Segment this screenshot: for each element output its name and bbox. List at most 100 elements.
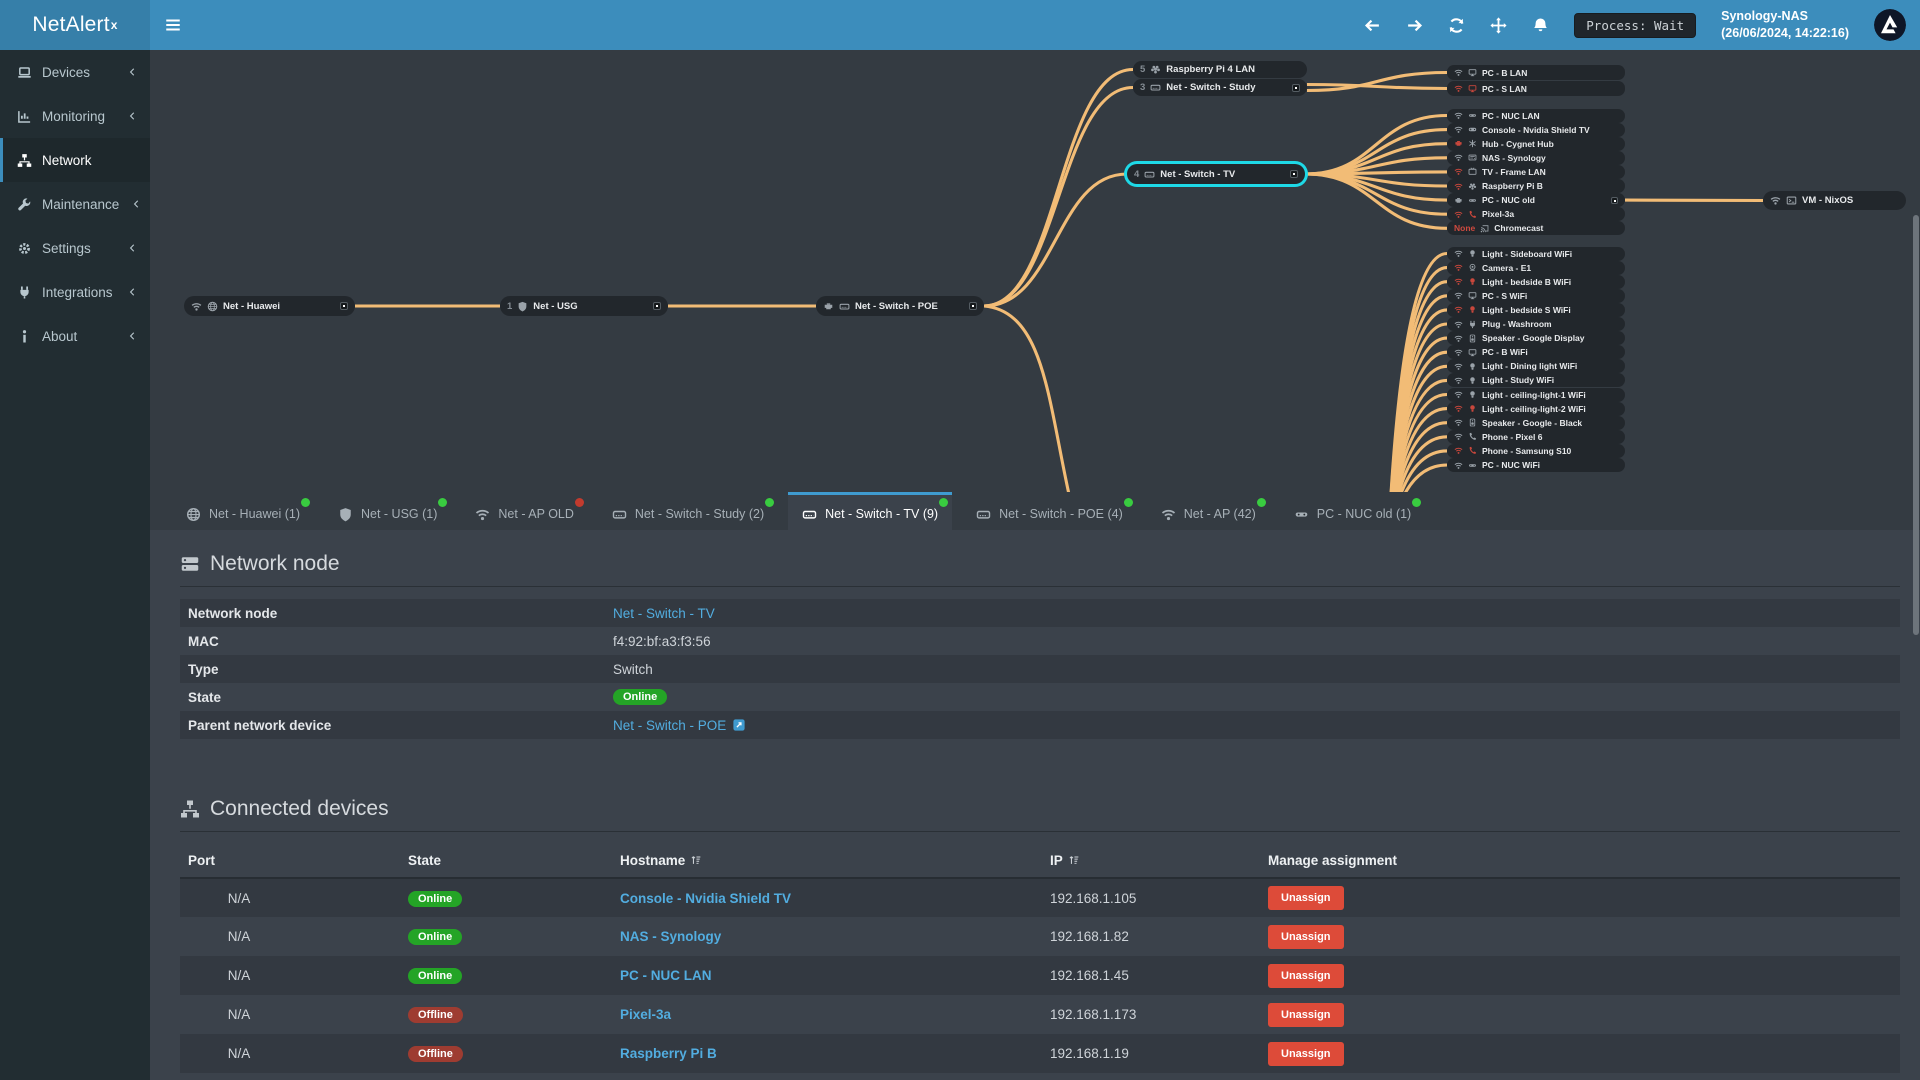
tab-net-switch-poe-4-[interactable]: Net - Switch - POE (4): [962, 492, 1137, 530]
detail-value-link[interactable]: Net - Switch - TV: [613, 606, 715, 621]
tree-node-label: Pixel-3a: [1482, 209, 1515, 220]
column-header-ip[interactable]: IP: [1042, 844, 1260, 879]
arrow-left-icon[interactable]: [1364, 17, 1381, 34]
wifi-icon: [1454, 305, 1463, 314]
wifi-icon: [1454, 84, 1463, 93]
tree-node-chromecast[interactable]: None Chromecast: [1447, 221, 1625, 236]
tree-node-pc-b-lan[interactable]: PC - B LAN: [1447, 65, 1625, 80]
tree-node-speaker-google-display[interactable]: Speaker - Google Display: [1447, 331, 1625, 346]
wifi-icon: [1454, 376, 1463, 385]
sidebar-item-integrations[interactable]: Integrations: [0, 270, 150, 314]
tab-label: Net - Huawei (1): [209, 507, 300, 521]
unassign-button[interactable]: Unassign: [1268, 886, 1344, 910]
tree-node-net-switch-poe[interactable]: Net - Switch - POE: [816, 296, 984, 316]
chevron-left-icon: [125, 243, 140, 253]
tree-node-vm-nixos[interactable]: VM - NixOS: [1763, 191, 1906, 210]
section-title: Connected devices: [210, 797, 389, 820]
hostname-link[interactable]: PC - NUC LAN: [620, 968, 712, 983]
cell-ip: 192.168.1.19: [1050, 1046, 1129, 1061]
tree-node-hub-cygnet-hub[interactable]: Hub - Cygnet Hub: [1447, 136, 1625, 151]
tree-node-plug-washroom[interactable]: Plug - Washroom: [1447, 317, 1625, 331]
raspberry-icon: [1468, 182, 1477, 191]
cell-hostname: NAS - Synology: [612, 917, 1042, 956]
tab-net-huawei-1-[interactable]: Net - Huawei (1): [172, 492, 314, 530]
hub-icon: [1468, 139, 1477, 148]
unassign-button[interactable]: Unassign: [1268, 1041, 1344, 1066]
tree-node-phone-samsung-s10[interactable]: Phone - Samsung S10: [1447, 443, 1625, 458]
tree-node-label: Net - Switch - Study: [1166, 82, 1256, 93]
tree-node-light-study-wifi[interactable]: Light - Study WiFi: [1447, 373, 1625, 388]
app-logo[interactable]: NetAlert x: [0, 0, 150, 50]
sidebar-item-monitoring[interactable]: Monitoring: [0, 94, 150, 138]
external-link-icon[interactable]: [732, 718, 746, 732]
tree-node-camera-e1[interactable]: Camera - E1: [1447, 260, 1625, 275]
tv-icon: [1468, 167, 1477, 176]
state-badge: Offline: [408, 1046, 463, 1062]
unassign-button[interactable]: Unassign: [1268, 924, 1344, 949]
tree-node-light-ceiling-light-2-wifi[interactable]: Light - ceiling-light-2 WiFi: [1447, 401, 1625, 416]
hamburger-icon: [164, 16, 182, 34]
hostname-link[interactable]: Console - Nvidia Shield TV: [620, 891, 791, 906]
tab-pc-nuc-old-1-[interactable]: PC - NUC old (1): [1280, 492, 1425, 530]
tab-net-ap-old[interactable]: Net - AP OLD: [461, 492, 588, 530]
unassign-button[interactable]: Unassign: [1268, 963, 1344, 988]
tab-net-ap-42-[interactable]: Net - AP (42): [1147, 492, 1270, 530]
tab-net-switch-study-2-[interactable]: Net - Switch - Study (2): [598, 492, 778, 530]
tree-node-label: PC - NUC WiFi: [1482, 460, 1541, 470]
tree-node-light-sideboard-wifi[interactable]: Light - Sideboard WiFi: [1447, 246, 1625, 261]
column-header-label: Hostname: [620, 853, 686, 868]
tree-node-label: PC - NUC old: [1482, 195, 1535, 206]
tree-node-tv-frame-lan[interactable]: TV - Frame LAN: [1447, 164, 1625, 179]
detail-value-link[interactable]: Net - Switch - POE: [613, 718, 726, 733]
tree-node-pc-s-lan[interactable]: PC - S LAN: [1447, 81, 1625, 96]
tab-net-usg-1-[interactable]: Net - USG (1): [324, 492, 451, 530]
tab-net-switch-tv-9-[interactable]: Net - Switch - TV (9): [788, 492, 953, 530]
refresh-icon[interactable]: [1448, 17, 1465, 34]
tree-node-pc-nuc-lan[interactable]: PC - NUC LAN: [1447, 108, 1625, 123]
hostname-link[interactable]: Raspberry Pi B: [620, 1046, 717, 1061]
unassign-button[interactable]: Unassign: [1268, 1002, 1344, 1027]
hostname-link[interactable]: NAS - Synology: [620, 929, 721, 944]
tree-node-light-ceiling-light-1-wifi[interactable]: Light - ceiling-light-1 WiFi: [1447, 387, 1625, 402]
sidebar-item-settings[interactable]: Settings: [0, 226, 150, 270]
tree-node-pc-b-wifi[interactable]: PC - B WiFi: [1447, 345, 1625, 360]
sidebar-item-about[interactable]: About: [0, 314, 150, 358]
tree-node-console-nvidia-shield-tv[interactable]: Console - Nvidia Shield TV: [1447, 122, 1625, 137]
tree-node-light-dining-light-wifi[interactable]: Light - Dining light WiFi: [1447, 359, 1625, 374]
tree-node-pc-nuc-wifi[interactable]: PC - NUC WiFi: [1447, 458, 1625, 472]
port-connector: [1290, 170, 1298, 178]
tree-node-phone-pixel-6[interactable]: Phone - Pixel 6: [1447, 429, 1625, 444]
tree-node-net-usg[interactable]: 1 Net - USG: [500, 296, 668, 316]
page-scrollbar-thumb[interactable]: [1913, 215, 1919, 635]
tree-node-nas-synology[interactable]: NAS - Synology: [1447, 150, 1625, 165]
tree-node-net-huawei[interactable]: Net - Huawei: [184, 296, 355, 316]
column-header-hostname[interactable]: Hostname: [612, 844, 1042, 879]
tree-node-raspberry-pi-b[interactable]: Raspberry Pi B: [1447, 179, 1625, 193]
tree-node-net-switch-tv[interactable]: 4 Net - Switch - TV: [1127, 164, 1305, 184]
tree-node-raspberry-pi-4-lan[interactable]: 5 Raspberry Pi 4 LAN: [1133, 61, 1307, 78]
tree-node-light-bedside-s-wifi[interactable]: Light - bedside S WiFi: [1447, 302, 1625, 317]
hostname-link[interactable]: Pixel-3a: [620, 1007, 671, 1022]
tab-content-panel: Network node Network node Net - Switch - …: [150, 530, 1920, 1080]
cell-state: Offline: [400, 1034, 612, 1073]
tree-node-light-bedside-b-wifi[interactable]: Light - bedside B WiFi: [1447, 274, 1625, 289]
column-header-state: State: [400, 844, 612, 879]
status-dot: [939, 498, 949, 507]
tree-node-pc-nuc-old[interactable]: PC - NUC old: [1447, 193, 1625, 208]
tree-node-pc-s-wifi[interactable]: PC - S WiFi: [1447, 288, 1625, 303]
tree-node-speaker-google-black[interactable]: Speaker - Google - Black: [1447, 415, 1625, 430]
user-avatar[interactable]: [1874, 9, 1906, 41]
eth-icon: [1454, 139, 1463, 148]
arrow-right-icon[interactable]: [1406, 17, 1423, 34]
move-icon[interactable]: [1490, 16, 1507, 34]
child-count-badge: 5: [1140, 64, 1146, 75]
sidebar-item-network[interactable]: Network: [0, 138, 150, 182]
tree-node-pixel-3a[interactable]: Pixel-3a: [1447, 207, 1625, 222]
tab-label: Net - USG (1): [361, 507, 438, 521]
tree-node-net-switch-study[interactable]: 3 Net - Switch - Study: [1133, 79, 1307, 96]
sidebar-item-maintenance[interactable]: Maintenance: [0, 182, 150, 226]
bell-icon[interactable]: [1532, 17, 1549, 34]
sidebar-item-devices[interactable]: Devices: [0, 50, 150, 94]
sidebar-toggle-button[interactable]: [150, 0, 196, 50]
sidebar-item-label: Devices: [42, 64, 91, 80]
